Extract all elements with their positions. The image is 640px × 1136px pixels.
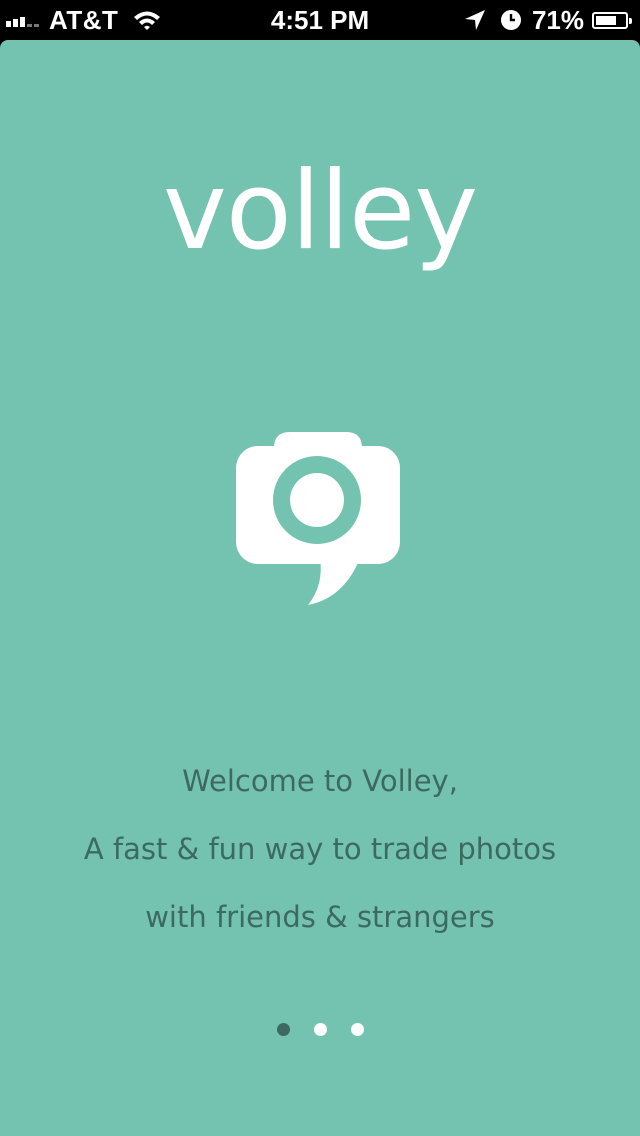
battery-icon xyxy=(592,11,632,29)
page-indicator[interactable] xyxy=(0,1023,640,1036)
battery-percent: 71% xyxy=(531,4,584,35)
welcome-text: Welcome to Volley, A fast & fun way to t… xyxy=(0,756,640,960)
status-right: 71% xyxy=(464,4,634,36)
alarm-clock-icon xyxy=(500,10,521,30)
onboarding-screen[interactable]: volley Welcome to Volley, A fast & fun w… xyxy=(0,40,640,1136)
app-title: volley xyxy=(162,149,478,274)
page-dot-3[interactable] xyxy=(350,1023,364,1036)
camera-speech-bubble-icon xyxy=(236,432,400,605)
welcome-line-2: A fast & fun way to trade photos xyxy=(83,832,557,866)
page-dot-2[interactable] xyxy=(313,1023,327,1036)
status-bar: AT&T 4:51 PM 71% xyxy=(0,0,640,40)
location-arrow-icon xyxy=(464,10,485,30)
battery-fill xyxy=(596,15,616,25)
welcome-line-3: with friends & strangers xyxy=(145,900,495,934)
page-dot-1[interactable] xyxy=(276,1023,290,1036)
welcome-line-1: Welcome to Volley, xyxy=(182,764,458,798)
